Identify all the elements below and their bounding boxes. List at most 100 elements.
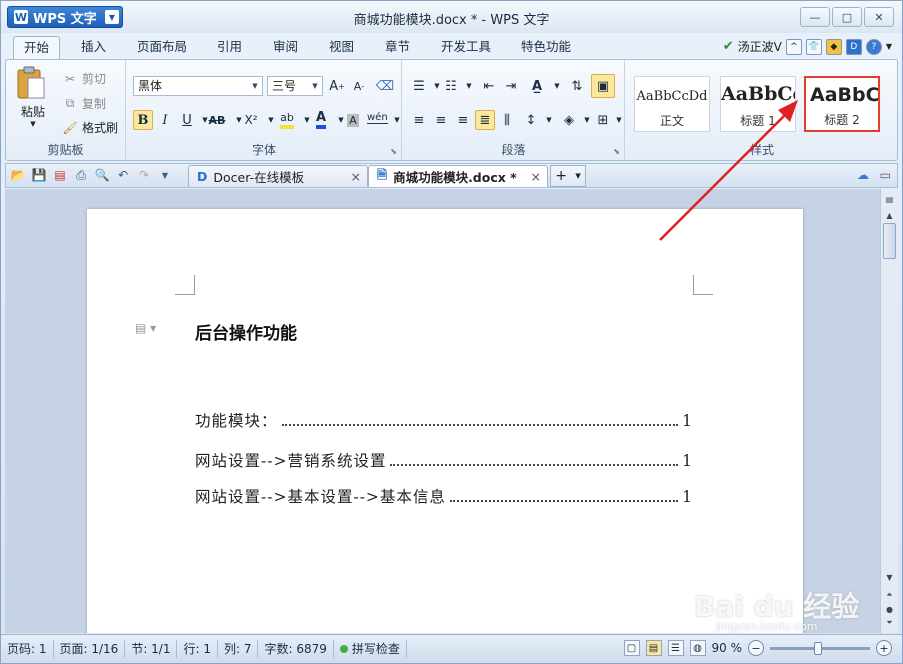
align-left-icon[interactable]: ≡	[409, 110, 429, 130]
increase-indent-icon[interactable]: ⇥	[501, 76, 521, 96]
status-section[interactable]: 节: 1/1	[125, 640, 178, 658]
numbering-icon[interactable]: ☷	[441, 76, 461, 96]
save-icon[interactable]: 💾	[31, 167, 47, 183]
window-switch-icon[interactable]: ▭	[880, 168, 891, 182]
tab-docer-templates[interactable]: D Docer-在线模板 ×	[188, 165, 368, 187]
print-preview-icon[interactable]: 🔍	[94, 167, 110, 183]
open-icon[interactable]: 📂	[10, 167, 26, 183]
toc-entry[interactable]: 网站设置-->营销系统设置 1	[195, 449, 693, 471]
bullets-icon[interactable]: ☰	[409, 76, 429, 96]
cloud-sync-icon[interactable]: ☁	[857, 168, 869, 182]
help-icon[interactable]: ?	[865, 38, 882, 55]
bold-button[interactable]: B	[133, 110, 153, 130]
page-view-icon[interactable]: ▤	[645, 640, 662, 656]
close-tab-icon[interactable]: ×	[531, 169, 541, 184]
decrease-indent-icon[interactable]: ⇤	[479, 76, 499, 96]
style-normal[interactable]: AaBbCcDd 正文	[634, 76, 710, 132]
redo-icon[interactable]: ↷	[136, 167, 152, 183]
document-page[interactable]: ▤ ▾ 后台操作功能 功能模块： 1 网站设置-->营销系统设置 1 网站设置-…	[87, 209, 803, 633]
status-page[interactable]: 页面: 1/16	[54, 640, 126, 658]
status-col[interactable]: 列: 7	[218, 640, 259, 658]
font-dialog-launcher-icon[interactable]: ⬊	[390, 147, 397, 156]
style-heading-2[interactable]: AaBbC 标题 2	[804, 76, 880, 132]
zoom-slider[interactable]	[770, 641, 870, 655]
zoom-out-icon[interactable]: −	[748, 640, 764, 656]
show-marks-icon[interactable]: ▣	[591, 74, 615, 98]
tab-current-document[interactable]: 🗎 商城功能模块.docx * ×	[368, 165, 548, 187]
paste-button[interactable]: 粘贴 ▼	[16, 66, 50, 130]
cut-button[interactable]: ✂ 剪切	[62, 70, 106, 87]
next-page-icon[interactable]: ⏷	[882, 615, 897, 631]
undo-icon[interactable]: ↶	[115, 167, 131, 183]
underline-button[interactable]: U	[177, 110, 197, 130]
italic-button[interactable]: I	[155, 110, 175, 130]
font-color-button[interactable]: A	[311, 110, 331, 130]
sort-icon[interactable]: ⇅	[567, 76, 587, 96]
paragraph-dialog-launcher-icon[interactable]: ⬊	[613, 147, 620, 156]
distribute-icon[interactable]: ⫼	[497, 110, 517, 130]
copy-button[interactable]: ⧉ 复制	[62, 95, 106, 112]
highlight-button[interactable]: ab	[277, 110, 297, 130]
style-heading-1[interactable]: AaBbCc 标题 1	[720, 76, 796, 132]
strikethrough-button[interactable]: AB	[207, 110, 227, 130]
document-heading[interactable]: 后台操作功能	[195, 319, 297, 344]
tab-features[interactable]: 特色功能	[511, 36, 581, 59]
scrollbar-thumb[interactable]	[883, 223, 896, 259]
tab-references[interactable]: 引用	[207, 36, 252, 59]
paste-dropdown-icon[interactable]: ▼	[16, 120, 50, 128]
align-right-icon[interactable]: ≡	[453, 110, 473, 130]
collapse-ribbon-icon[interactable]: ^	[785, 38, 802, 55]
print-icon[interactable]: ⎙	[73, 167, 89, 183]
close-button[interactable]: ✕	[864, 7, 894, 27]
tab-view[interactable]: 视图	[319, 36, 364, 59]
skin-icon[interactable]: 👕	[805, 38, 822, 55]
customize-toolbar-icon[interactable]: ▼	[157, 167, 173, 183]
phonetic-guide-button[interactable]: wén	[367, 108, 388, 128]
tab-review[interactable]: 审阅	[263, 36, 308, 59]
shrink-font-button[interactable]: A-	[349, 76, 369, 96]
ruler-toggle-icon[interactable]: ▤	[882, 191, 897, 207]
status-word-count[interactable]: 字数: 6879	[258, 640, 334, 658]
font-size-select[interactable]: 三号 ▼	[267, 76, 323, 96]
maximize-button[interactable]: □	[832, 7, 862, 27]
paragraph-layout-icon[interactable]: ▤ ▾	[135, 321, 156, 335]
line-spacing-icon[interactable]: ↕	[521, 110, 541, 130]
toc-entry[interactable]: 网站设置-->基本设置-->基本信息 1	[195, 485, 693, 507]
status-page-number[interactable]: 页码: 1	[1, 640, 54, 658]
spell-check-button[interactable]: 拼写检查	[334, 640, 407, 658]
new-tab-button[interactable]: + ▼	[550, 165, 586, 187]
feedback-icon[interactable]: ◆	[825, 38, 842, 55]
web-view-icon[interactable]: ◍	[689, 640, 706, 656]
scroll-down-icon[interactable]: ▼	[882, 569, 897, 585]
text-direction-icon[interactable]: A̲	[527, 76, 547, 96]
char-shading-button[interactable]: A	[343, 110, 363, 130]
export-pdf-icon[interactable]: ▤	[52, 167, 68, 183]
format-painter-button[interactable]: 🖌 格式刷	[62, 119, 118, 136]
numbering-dropdown-icon[interactable]: ▼	[459, 76, 479, 96]
grow-font-button[interactable]: A +	[327, 76, 347, 96]
tab-chapter[interactable]: 章节	[375, 36, 420, 59]
line-spacing-dropdown-icon[interactable]: ▼	[539, 110, 559, 130]
superscript-button[interactable]: X²	[241, 110, 261, 130]
help-dropdown-icon[interactable]: ▼	[886, 42, 892, 51]
zoom-level[interactable]: 90 %	[712, 641, 743, 655]
user-name[interactable]: 汤正波V	[738, 38, 782, 55]
scroll-up-icon[interactable]: ▲	[882, 207, 897, 223]
minimize-button[interactable]: —	[800, 7, 830, 27]
tab-page-layout[interactable]: 页面布局	[127, 36, 197, 59]
close-tab-icon[interactable]: ×	[351, 169, 361, 184]
font-name-select[interactable]: 黑体 ▼	[133, 76, 263, 96]
align-center-icon[interactable]: ≡	[431, 110, 451, 130]
full-screen-view-icon[interactable]: ▢	[623, 640, 640, 656]
justify-icon[interactable]: ≣	[475, 110, 495, 130]
outline-view-icon[interactable]: ☰	[667, 640, 684, 656]
tab-developer[interactable]: 开发工具	[431, 36, 501, 59]
zoom-slider-knob[interactable]	[814, 641, 822, 655]
shading-icon[interactable]: ◈	[559, 110, 579, 130]
text-direction-dropdown-icon[interactable]: ▼	[547, 76, 567, 96]
clear-format-icon[interactable]: ⌫	[375, 76, 395, 96]
wps-cloud-icon[interactable]: D	[845, 38, 862, 55]
status-row[interactable]: 行: 1	[177, 640, 218, 658]
toc-entry[interactable]: 功能模块： 1	[195, 409, 693, 431]
tab-insert[interactable]: 插入	[71, 36, 116, 59]
